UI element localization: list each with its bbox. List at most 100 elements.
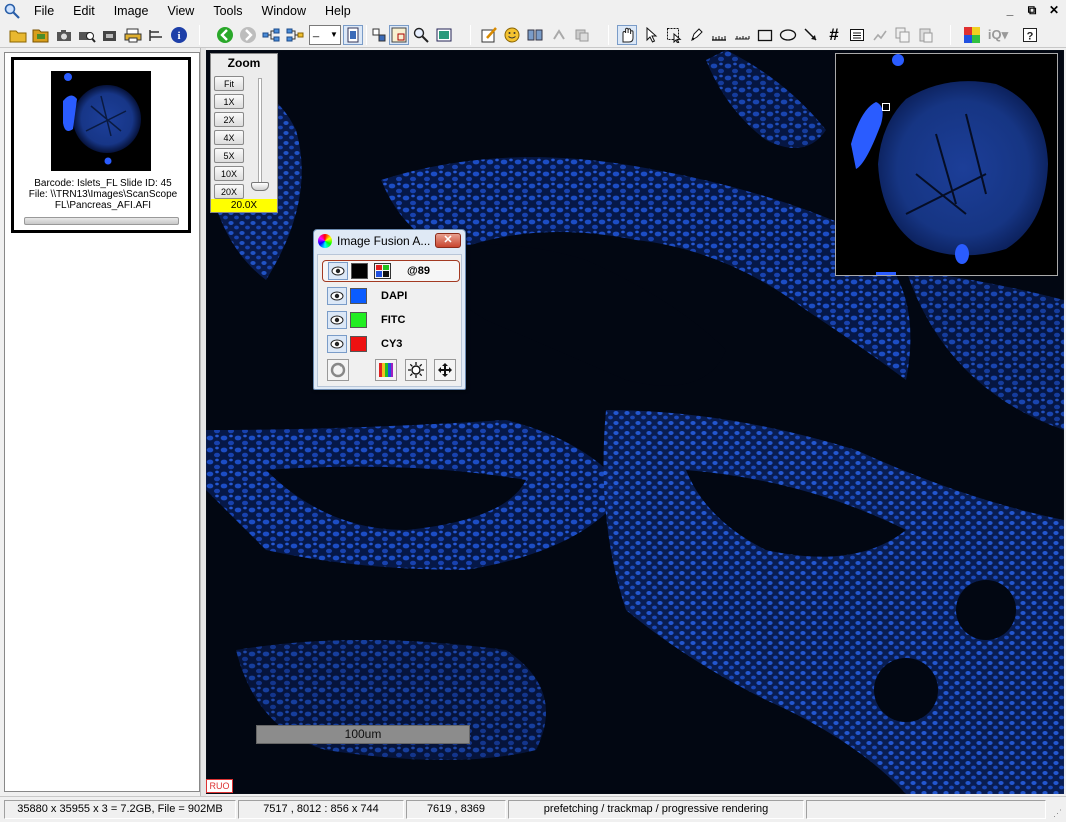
zoom-5x-button[interactable]: 5X [214, 148, 244, 163]
minimize-button[interactable]: _ [1002, 2, 1018, 18]
info-icon[interactable]: i [169, 25, 189, 45]
zoom-2x-button[interactable]: 2X [214, 112, 244, 127]
channel-color-swatch[interactable] [350, 312, 367, 328]
brightness-icon[interactable] [405, 359, 427, 381]
resize-grip-icon[interactable]: ⋰ [1053, 808, 1062, 819]
menu-image[interactable]: Image [106, 4, 160, 18]
navigator-thumbnail[interactable] [835, 53, 1058, 276]
tree-icon[interactable] [261, 25, 281, 45]
eye-icon[interactable] [328, 262, 348, 280]
search-camera-icon[interactable] [77, 25, 97, 45]
region-icon[interactable] [664, 25, 684, 45]
channel-color-swatch[interactable] [351, 263, 368, 279]
channel-color-swatch[interactable] [350, 288, 367, 304]
menu-window[interactable]: Window [254, 4, 317, 18]
sync-icon[interactable] [549, 25, 569, 45]
select-icon[interactable] [642, 25, 662, 45]
toolbar-separator [470, 25, 471, 45]
camera-icon[interactable] [54, 25, 74, 45]
eye-icon[interactable] [327, 311, 347, 329]
slide-thumbnail-card[interactable]: Barcode: Islets_FL Slide ID: 45 File: \\… [11, 57, 191, 233]
app-magnifier-icon [4, 3, 20, 19]
zoom-4x-button[interactable]: 4X [214, 130, 244, 145]
notes-icon[interactable] [847, 25, 867, 45]
compare-icon[interactable] [525, 25, 545, 45]
forward-icon[interactable] [238, 25, 258, 45]
move-icon[interactable] [434, 359, 456, 381]
status-bar: 35880 x 35955 x 3 = 7.2GB, File = 902MB … [0, 796, 1066, 822]
channel-label: CY3 [381, 338, 403, 350]
zoom-10x-button[interactable]: 10X [214, 166, 244, 181]
zoom-combo[interactable]: _ ▼ [309, 25, 341, 45]
magnify-icon[interactable] [411, 25, 431, 45]
image-viewer[interactable]: Zoom Fit 1X 2X 4X 5X 10X 20X 20.0X 100um… [206, 50, 1064, 794]
snapshot-icon[interactable] [100, 25, 120, 45]
open-folder-icon[interactable] [31, 25, 51, 45]
reset-icon[interactable] [327, 359, 349, 381]
menu-file[interactable]: File [26, 4, 65, 18]
channel-color-swatch[interactable] [350, 336, 367, 352]
channel-row-fitc[interactable]: FITC [322, 309, 460, 331]
channel-row-dapi[interactable]: DAPI [322, 285, 460, 307]
iq-icon[interactable]: iQ▾ [985, 25, 1011, 45]
slide-file-path: FL\Pancreas_AFI.AFI [54, 200, 152, 211]
channel-row-cy3[interactable]: CY3 [322, 333, 460, 355]
channel-label: FITC [381, 314, 406, 326]
zoom-fit-button[interactable]: Fit [214, 76, 244, 91]
help-icon[interactable]: ? [1020, 25, 1040, 45]
zoom-slider-track[interactable] [258, 78, 262, 188]
print-icon[interactable] [123, 25, 143, 45]
menu-help[interactable]: Help [317, 4, 362, 18]
restore-button[interactable]: ⧉ [1024, 2, 1040, 18]
zoom-1x-button[interactable]: 1X [214, 94, 244, 109]
composite-icon[interactable] [374, 263, 391, 279]
grid-view-icon[interactable] [369, 25, 389, 45]
image-fusion-dialog: Image Fusion A... ✕ @89 DAPI FITC CY3 [313, 229, 466, 390]
navigator-viewport-marker[interactable] [882, 103, 890, 111]
paste-icon[interactable] [916, 25, 936, 45]
sync-alt-icon[interactable] [572, 25, 592, 45]
zoom-20x-button[interactable]: 20X [214, 184, 244, 199]
rectangle-icon[interactable] [732, 25, 752, 45]
pen-icon[interactable] [686, 25, 706, 45]
ellipse-icon[interactable] [778, 25, 798, 45]
menu-edit[interactable]: Edit [65, 4, 106, 18]
color-icon[interactable] [962, 25, 982, 45]
ruler-icon[interactable] [709, 25, 729, 45]
zoom-slider-thumb[interactable] [251, 182, 269, 191]
menu-tools[interactable]: Tools [205, 4, 253, 18]
status-extra [806, 800, 1046, 819]
ruo-badge: RUO [206, 779, 233, 793]
slide-thumbnail-image[interactable] [51, 71, 151, 171]
fusion-close-button[interactable]: ✕ [435, 233, 461, 248]
chevron-down-icon[interactable]: ▼ [330, 27, 339, 43]
presentation-icon[interactable] [434, 25, 454, 45]
arrow-icon[interactable] [801, 25, 821, 45]
overview-icon[interactable] [389, 25, 409, 45]
slide-list-panel: Barcode: Islets_FL Slide ID: 45 File: \\… [4, 52, 200, 792]
copy-icon[interactable] [893, 25, 913, 45]
color-wheel-icon [318, 234, 332, 248]
rectangle-icon[interactable] [755, 25, 775, 45]
toolbar-separator [608, 25, 609, 45]
menu-bar: File Edit Image View Tools Window Help _… [0, 0, 1066, 22]
toolbar-separator [199, 25, 200, 45]
grid-icon[interactable]: # [824, 25, 844, 45]
channel-row-composite[interactable]: @89 [322, 260, 460, 282]
eye-icon[interactable] [327, 287, 347, 305]
arrange-icon[interactable] [146, 25, 166, 45]
slide-barcode: Barcode: Islets_FL Slide ID: 45 [34, 178, 172, 189]
back-icon[interactable] [215, 25, 235, 45]
smile-icon[interactable] [502, 25, 522, 45]
hand-icon[interactable] [617, 25, 637, 45]
fit-icon[interactable] [343, 25, 363, 45]
annotate-icon[interactable] [479, 25, 499, 45]
menu-view[interactable]: View [159, 4, 205, 18]
toolbar: i _ ▼ # iQ▾ ? [0, 22, 1066, 48]
close-button[interactable]: ✕ [1046, 2, 1062, 18]
tree-alt-icon[interactable] [285, 25, 305, 45]
open-icon[interactable] [8, 25, 28, 45]
spectrum-icon[interactable] [375, 359, 397, 381]
eye-icon[interactable] [327, 335, 347, 353]
chart-icon[interactable] [870, 25, 890, 45]
